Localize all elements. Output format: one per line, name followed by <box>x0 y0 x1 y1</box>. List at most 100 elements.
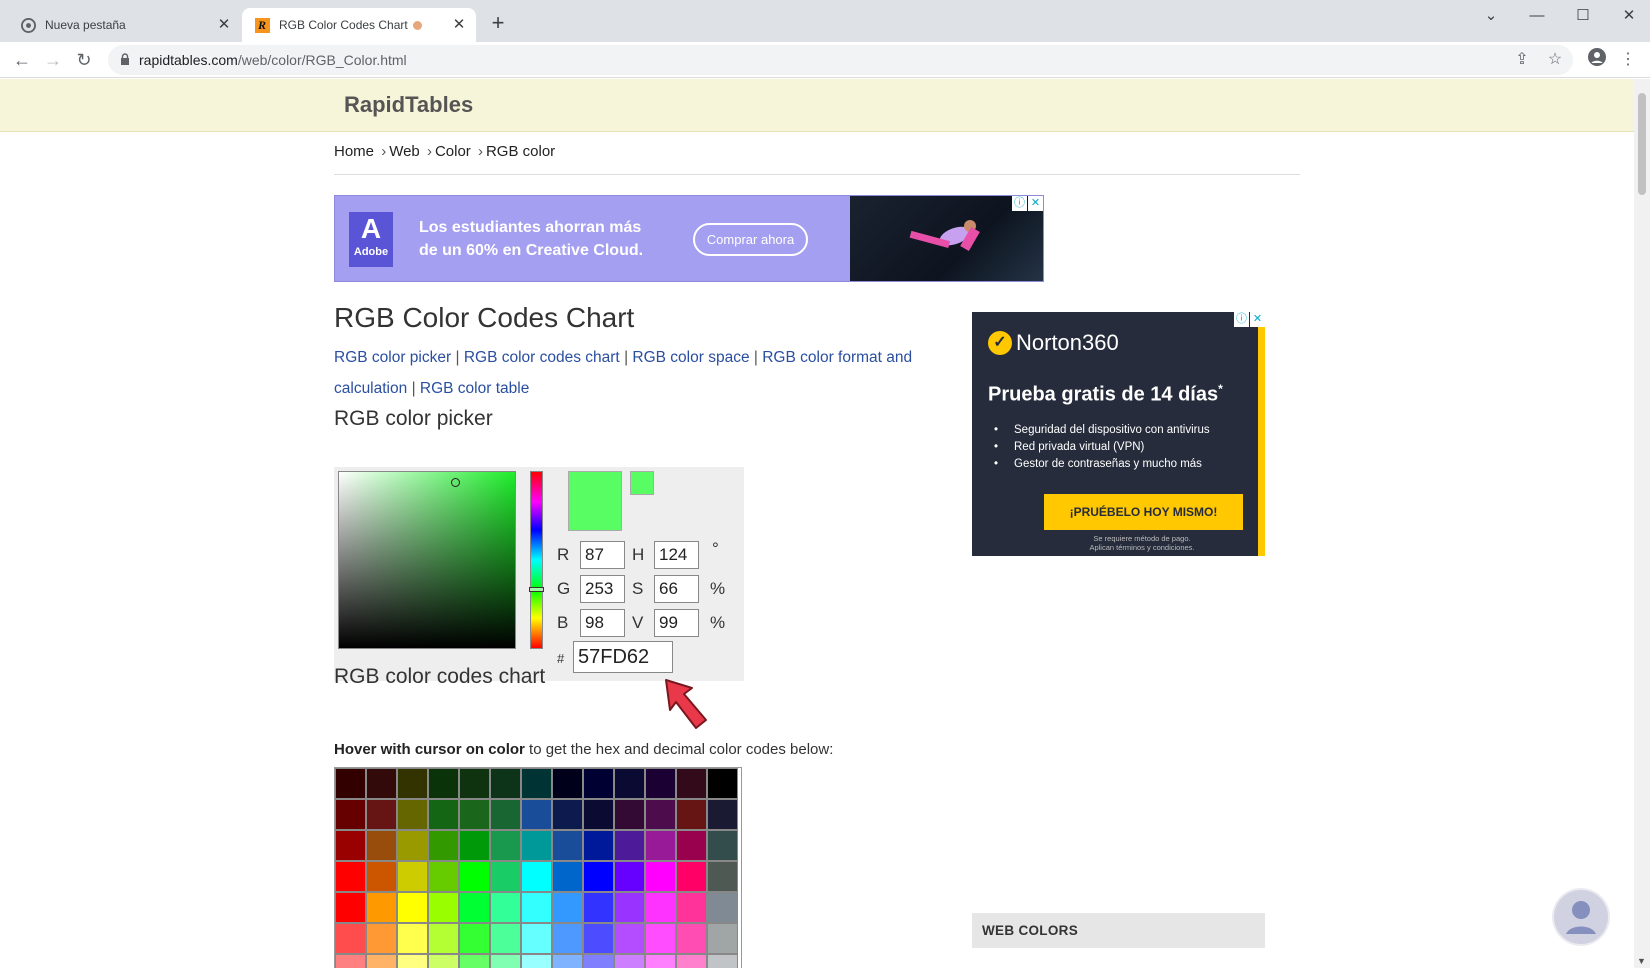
close-window-icon[interactable]: ✕ <box>1609 4 1649 28</box>
color-cell[interactable] <box>583 768 614 799</box>
color-cell[interactable] <box>676 892 707 923</box>
color-cell[interactable] <box>645 892 676 923</box>
color-cell[interactable] <box>459 799 490 830</box>
breadcrumb-current[interactable]: RGB color <box>486 143 555 160</box>
color-cell[interactable] <box>335 768 366 799</box>
color-cell[interactable] <box>552 830 583 861</box>
color-cell[interactable] <box>583 892 614 923</box>
color-cell[interactable] <box>366 923 397 954</box>
color-cell[interactable] <box>676 830 707 861</box>
red-input[interactable]: 87 <box>580 541 625 569</box>
color-cell[interactable] <box>583 954 614 968</box>
color-cell[interactable] <box>552 892 583 923</box>
color-cell[interactable] <box>459 861 490 892</box>
color-cell[interactable] <box>552 923 583 954</box>
link-rgb-table[interactable]: RGB color table <box>420 380 529 397</box>
color-cell[interactable] <box>521 799 552 830</box>
color-cell[interactable] <box>521 954 552 968</box>
color-cell[interactable] <box>459 768 490 799</box>
color-cell[interactable] <box>366 830 397 861</box>
link-rgb-picker[interactable]: RGB color picker <box>334 349 451 366</box>
color-cell[interactable] <box>676 954 707 968</box>
color-cell[interactable] <box>583 799 614 830</box>
forward-icon[interactable]: → <box>41 48 65 72</box>
color-cell[interactable] <box>428 954 459 968</box>
color-cell[interactable] <box>645 861 676 892</box>
color-cell[interactable] <box>614 830 645 861</box>
back-icon[interactable]: ← <box>10 48 34 72</box>
color-cell[interactable] <box>490 799 521 830</box>
color-cell[interactable] <box>645 799 676 830</box>
color-cell[interactable] <box>707 892 738 923</box>
color-cell[interactable] <box>428 861 459 892</box>
maximize-icon[interactable]: ☐ <box>1563 4 1603 28</box>
site-logo[interactable]: RapidTables <box>344 92 473 118</box>
color-cell[interactable] <box>521 923 552 954</box>
color-cell[interactable] <box>397 923 428 954</box>
color-cell[interactable] <box>552 861 583 892</box>
color-cell[interactable] <box>490 768 521 799</box>
color-cell[interactable] <box>397 892 428 923</box>
ad-buy-button[interactable]: Comprar ahora <box>693 223 808 256</box>
color-cell[interactable] <box>428 830 459 861</box>
value-input[interactable]: 99 <box>654 609 699 637</box>
color-cell[interactable] <box>707 923 738 954</box>
color-cell[interactable] <box>490 861 521 892</box>
color-cell[interactable] <box>490 892 521 923</box>
tab-new-tab[interactable]: Nueva pestaña ✕ <box>8 8 241 42</box>
color-cell[interactable] <box>428 892 459 923</box>
address-bar[interactable]: rapidtables.com/web/color/RGB_Color.html… <box>108 45 1573 75</box>
color-cell[interactable] <box>676 861 707 892</box>
picker-cursor[interactable] <box>451 478 460 487</box>
link-rgb-chart[interactable]: RGB color codes chart <box>464 349 620 366</box>
adchoices-icon[interactable]: ⓘ <box>1012 196 1027 211</box>
color-cell[interactable] <box>335 954 366 968</box>
new-tab-icon[interactable]: + <box>487 12 509 35</box>
close-tab-icon[interactable]: ✕ <box>451 17 467 33</box>
ad-close-icon[interactable]: ✕ <box>1028 196 1043 211</box>
color-cell[interactable] <box>583 861 614 892</box>
color-cell[interactable] <box>521 768 552 799</box>
menu-icon[interactable]: ⋮ <box>1616 48 1640 72</box>
link-rgb-space[interactable]: RGB color space <box>632 349 749 366</box>
color-cell[interactable] <box>397 830 428 861</box>
close-tab-icon[interactable]: ✕ <box>216 17 232 33</box>
color-cell[interactable] <box>397 799 428 830</box>
color-cell[interactable] <box>552 768 583 799</box>
color-cell[interactable] <box>552 799 583 830</box>
reload-icon[interactable]: ↻ <box>72 48 96 72</box>
scrollbar-thumb[interactable] <box>1638 93 1646 195</box>
color-cell[interactable] <box>676 768 707 799</box>
breadcrumb-web[interactable]: Web <box>389 143 420 160</box>
color-cell[interactable] <box>397 954 428 968</box>
color-cell[interactable] <box>521 892 552 923</box>
color-cell[interactable] <box>676 923 707 954</box>
tab-search-icon[interactable]: ⌄ <box>1471 4 1511 28</box>
color-cell[interactable] <box>428 923 459 954</box>
bookmark-star-icon[interactable]: ☆ <box>1544 49 1566 71</box>
color-cell[interactable] <box>521 861 552 892</box>
color-cell[interactable] <box>397 768 428 799</box>
scroll-down-icon[interactable]: ▼ <box>1637 956 1646 966</box>
color-cell[interactable] <box>459 830 490 861</box>
color-cell[interactable] <box>707 830 738 861</box>
color-cell[interactable] <box>366 954 397 968</box>
color-cell[interactable] <box>490 923 521 954</box>
color-cell[interactable] <box>707 768 738 799</box>
tab-rgb-color-codes[interactable]: R RGB Color Codes Chart ✕ <box>242 8 476 42</box>
color-cell[interactable] <box>366 861 397 892</box>
share-icon[interactable]: ⇪ <box>1511 49 1533 71</box>
color-cell[interactable] <box>614 768 645 799</box>
ad-close-icon[interactable]: ✕ <box>1250 312 1265 327</box>
color-cell[interactable] <box>645 923 676 954</box>
color-cell[interactable] <box>614 892 645 923</box>
hex-input[interactable]: 57FD62 <box>573 641 673 673</box>
color-cell[interactable] <box>614 923 645 954</box>
color-cell[interactable] <box>676 799 707 830</box>
color-cell[interactable] <box>552 954 583 968</box>
hue-slider[interactable] <box>529 471 544 649</box>
color-cell[interactable] <box>335 923 366 954</box>
color-cell[interactable] <box>459 954 490 968</box>
color-cell[interactable] <box>521 830 552 861</box>
breadcrumb-color[interactable]: Color <box>435 143 471 160</box>
